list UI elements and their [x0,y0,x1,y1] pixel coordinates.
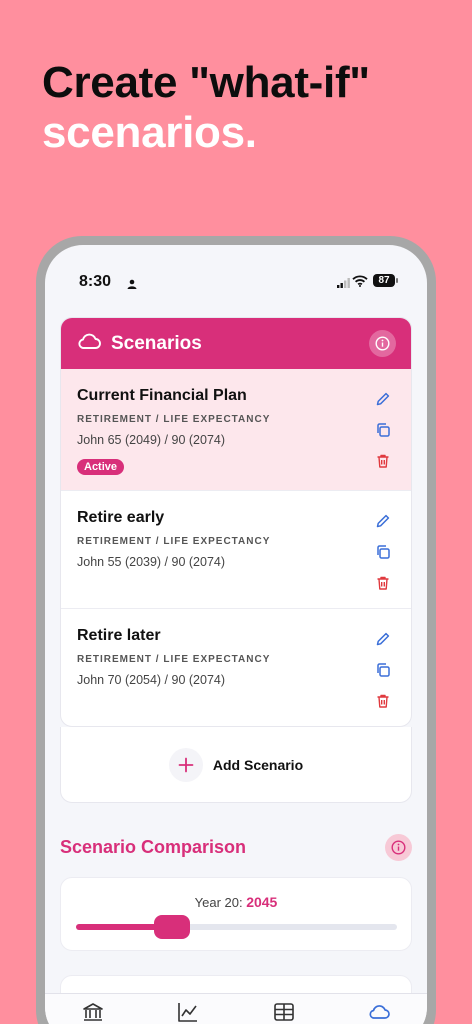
scenario-row-early[interactable]: Retire early RETIREMENT / LIFE EXPECTANC… [61,491,411,609]
active-badge: Active [77,459,125,475]
add-scenario-area: Add Scenario [60,727,412,803]
scenario-detail: John 65 (2049) / 90 (2074) [77,433,226,447]
bank-icon[interactable] [81,1000,105,1024]
scenario-detail: John 70 (2054) / 90 (2074) [77,673,226,687]
copy-icon[interactable] [375,662,391,679]
trash-icon[interactable] [375,575,391,592]
copy-icon[interactable] [375,422,391,439]
signal-icon [337,275,350,293]
slider-thumb[interactable] [154,915,191,939]
scenarios-header: Scenarios [61,318,411,369]
scenario-name: Retire later [77,627,161,644]
comparison-info-button[interactable] [385,834,412,861]
battery-tip [396,278,398,283]
scenarios-info-button[interactable] [369,330,396,357]
year-slider[interactable] [76,915,397,939]
cloud-icon[interactable] [367,1000,391,1024]
scenario-subtitle: RETIREMENT / LIFE EXPECTANCY [77,536,271,547]
scenario-subtitle: RETIREMENT / LIFE EXPECTANCY [77,654,271,665]
year-label: Year 20: [194,895,243,910]
scenario-actions [375,631,391,710]
pencil-icon[interactable] [375,631,391,648]
headline-line-1: Create "what-if" [42,58,370,107]
person-icon [127,276,137,294]
trash-icon[interactable] [375,453,391,470]
plus-icon [168,747,203,782]
headline-line-2: scenarios. [42,108,257,157]
status-time: 8:30 [79,273,112,290]
pencil-icon[interactable] [375,513,391,530]
year-slider-card: Year 20: 2045 [60,877,412,951]
status-bar: 8:30 87 [45,245,427,305]
scenario-subtitle: RETIREMENT / LIFE EXPECTANCY [77,414,271,425]
scenario-row-later[interactable]: Retire later RETIREMENT / LIFE EXPECTANC… [61,609,411,726]
trash-icon[interactable] [375,693,391,710]
phone-screen: 8:30 87 Scenarios Current Financial Plan… [45,245,427,1024]
add-scenario-label: Add Scenario [212,756,304,773]
chart-line-icon[interactable] [176,1000,200,1024]
headline: Create "what-if" scenarios. [42,58,370,158]
tab-bar [45,993,427,1024]
year-value: 2045 [246,894,278,910]
year-readout: Year 20: 2045 [61,894,411,910]
scenario-name: Current Financial Plan [77,387,247,404]
pencil-icon[interactable] [375,391,391,408]
scenario-name: Retire early [77,509,165,526]
info-icon [391,840,406,855]
info-icon [375,336,390,351]
scenarios-card: Scenarios Current Financial Plan RETIREM… [60,317,412,727]
battery-icon: 87 [373,274,395,287]
scenario-detail: John 55 (2039) / 90 (2074) [77,555,226,569]
scenarios-title: Scenarios [111,332,202,354]
comparison-title: Scenario Comparison [60,837,247,857]
scenario-actions [375,513,391,592]
cloud-icon [77,332,101,355]
phone-frame: 8:30 87 Scenarios Current Financial Plan… [36,236,436,1024]
scenario-row-current[interactable]: Current Financial Plan RETIREMENT / LIFE… [61,369,411,491]
scenario-actions [375,391,391,470]
add-scenario-button[interactable]: Add Scenario [168,747,304,782]
wifi-icon [352,274,368,292]
table-icon[interactable] [272,1000,296,1024]
copy-icon[interactable] [375,544,391,561]
